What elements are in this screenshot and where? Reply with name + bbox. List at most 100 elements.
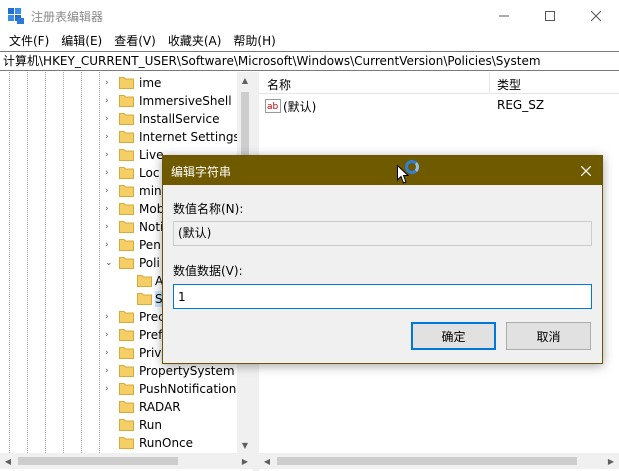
menu-view[interactable]: 查看(V) (108, 31, 162, 51)
svg-text:ab: ab (267, 102, 279, 112)
list-horizontal-scrollbar[interactable]: ◀ ▶ (259, 453, 619, 469)
column-name[interactable]: 名称 (267, 76, 291, 93)
title-bar: 注册表编辑器 (0, 0, 619, 31)
tree-item[interactable]: Run (0, 416, 237, 434)
chevron-right-icon[interactable]: › (105, 150, 115, 160)
list-header: 名称 类型 (259, 72, 619, 94)
folder-icon (119, 311, 134, 323)
folder-icon (119, 131, 134, 143)
tree-item[interactable]: › InstallService (0, 110, 237, 128)
address-bar[interactable]: 计算机\HKEY_CURRENT_USER\Software\Microsoft… (0, 51, 619, 71)
cancel-button[interactable]: 取消 (506, 322, 591, 350)
tree-item[interactable]: › PropertySystem (0, 362, 237, 380)
window-title: 注册表编辑器 (31, 10, 104, 24)
chevron-right-icon[interactable]: › (105, 186, 115, 196)
minimize-icon (499, 15, 509, 16)
chevron-right-icon[interactable]: › (105, 240, 115, 250)
chevron-right-icon[interactable]: › (105, 348, 115, 358)
mouse-cursor-icon (397, 165, 409, 184)
value-name: (默认) (283, 100, 317, 114)
folder-icon (119, 419, 134, 431)
tree-item-label: RADAR (139, 400, 181, 414)
folder-icon (119, 329, 134, 341)
folder-icon (119, 185, 134, 197)
tree-item-label: Mob (139, 202, 165, 216)
folder-icon (119, 401, 134, 413)
column-type[interactable]: 类型 (497, 76, 521, 93)
tree-item-label: Internet Settings (139, 130, 240, 144)
maximize-button[interactable] (527, 0, 573, 31)
folder-icon (119, 257, 134, 269)
tree-item-label: min (139, 184, 162, 198)
chevron-right-icon[interactable]: › (105, 96, 115, 106)
folder-icon (119, 437, 134, 449)
value-type: REG_SZ (497, 98, 545, 112)
tree-item-label: ime (139, 76, 162, 90)
chevron-right-icon[interactable]: › (105, 132, 115, 142)
chevron-right-icon[interactable]: › (105, 312, 115, 322)
folder-icon (119, 95, 134, 107)
value-data-input[interactable] (173, 284, 592, 309)
close-icon (580, 165, 591, 176)
chevron-right-icon[interactable]: › (105, 366, 115, 376)
menu-help[interactable]: 帮助(H) (227, 31, 281, 51)
tree-item[interactable]: › PushNotifications (0, 380, 243, 398)
dialog-title: 编辑字符串 (171, 165, 232, 179)
scroll-right-icon[interactable]: ▶ (603, 453, 619, 469)
tree-item-label: RunOnce (139, 436, 194, 450)
list-item[interactable]: ab (默认) REG_SZ (259, 97, 619, 115)
chevron-right-icon[interactable]: › (105, 78, 115, 88)
tree-item-label: PushNotifications (139, 382, 243, 396)
chevron-right-icon[interactable]: › (105, 222, 115, 232)
tree-item-label: InstallService (139, 112, 220, 126)
chevron-right-icon[interactable]: › (105, 204, 115, 214)
menu-favorites[interactable]: 收藏夹(A) (162, 31, 228, 51)
scroll-left-icon[interactable]: ◀ (259, 453, 275, 469)
scroll-up-icon[interactable]: ▲ (237, 72, 253, 88)
scroll-left-icon[interactable]: ◀ (0, 453, 16, 469)
value-name-label: 数值名称(N): (173, 202, 244, 216)
string-value-icon: ab (265, 99, 281, 113)
tree-item-label: Pref (139, 328, 163, 342)
value-name-field: (默认) (173, 221, 592, 246)
chevron-right-icon[interactable]: › (105, 114, 115, 124)
column-separator[interactable] (489, 72, 490, 94)
scroll-down-icon[interactable]: ▼ (237, 437, 253, 453)
regedit-icon (8, 8, 24, 24)
folder-icon (119, 167, 134, 179)
folder-icon (119, 347, 134, 359)
tree-horizontal-scrollbar[interactable]: ◀ ▶ (0, 453, 253, 469)
chevron-down-icon[interactable]: ⌄ (105, 258, 115, 268)
chevron-right-icon[interactable]: › (105, 330, 115, 340)
tree-item[interactable]: RunOnce (0, 434, 237, 452)
tree-item[interactable]: › ImmersiveShell (0, 92, 237, 110)
chevron-right-icon[interactable]: › (105, 168, 115, 178)
tree-item-label: ImmersiveShell (139, 94, 232, 108)
folder-icon (137, 293, 152, 305)
tree-item[interactable]: › ime (0, 74, 237, 92)
folder-icon (119, 239, 134, 251)
folder-icon (119, 113, 134, 125)
tree-item-label: Run (139, 418, 163, 432)
close-button[interactable] (573, 0, 619, 31)
folder-icon (119, 383, 134, 395)
tree-item-label: Live (139, 148, 164, 162)
value-data-label: 数值数据(V): (173, 264, 243, 278)
scroll-thumb[interactable] (18, 457, 178, 465)
menu-edit[interactable]: 编辑(E) (55, 31, 108, 51)
dialog-title-bar[interactable]: 编辑字符串 (163, 156, 602, 185)
tree-item[interactable]: › Internet Settings (0, 128, 240, 146)
chevron-right-icon[interactable]: › (105, 384, 115, 394)
dialog-close-button[interactable] (569, 156, 602, 185)
folder-icon (119, 365, 134, 377)
tree-item[interactable]: RADAR (0, 398, 237, 416)
folder-icon (119, 221, 134, 233)
tree-item-label: Poli (139, 256, 160, 270)
maximize-icon (545, 10, 555, 21)
folder-icon (119, 149, 134, 161)
menu-file[interactable]: 文件(F) (3, 31, 55, 51)
scroll-thumb[interactable] (277, 457, 577, 465)
scroll-right-icon[interactable]: ▶ (237, 453, 253, 469)
minimize-button[interactable] (481, 0, 527, 31)
ok-button[interactable]: 确定 (411, 322, 496, 350)
